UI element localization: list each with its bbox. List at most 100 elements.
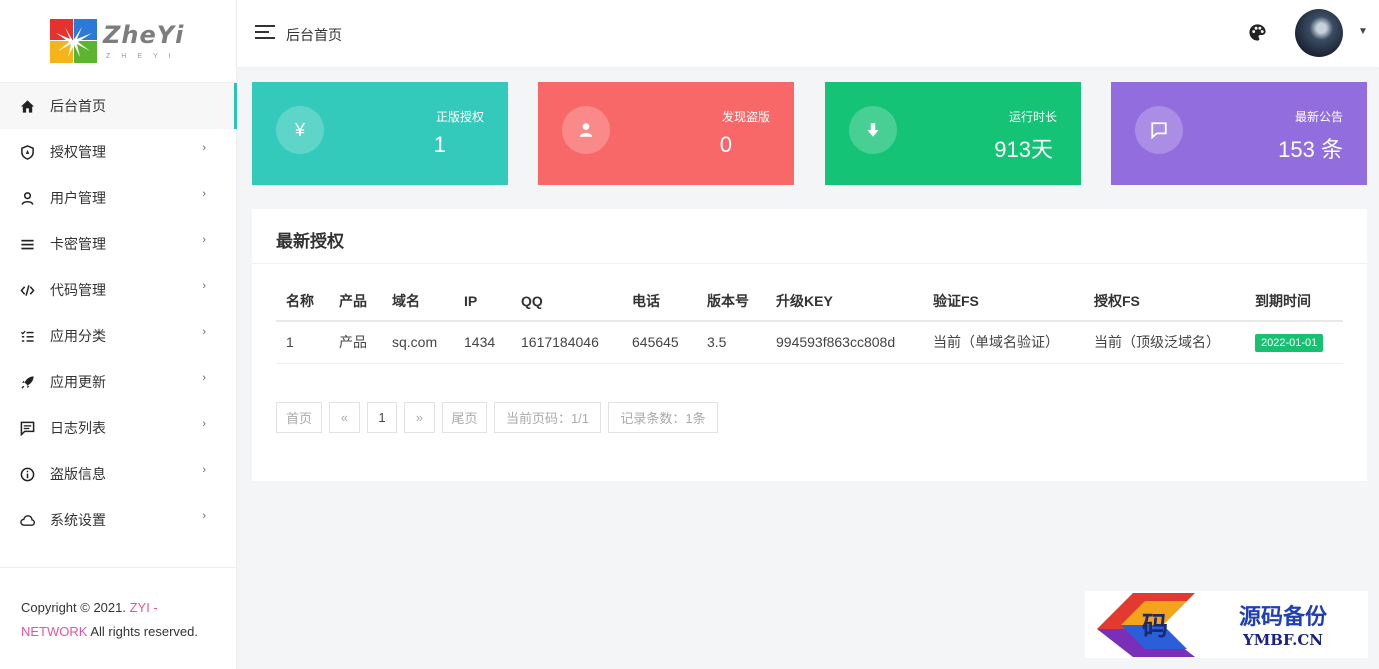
arrow-down-icon (849, 106, 897, 154)
sidebar-item-logs[interactable]: 日志列表 › (0, 405, 236, 451)
sidebar-item-updates[interactable]: 应用更新 › (0, 359, 236, 405)
chevron-right-icon: › (202, 142, 206, 154)
sidebar-item-label: 卡密管理 (50, 236, 106, 252)
rights-text: All rights reserved. (87, 624, 198, 639)
network-link[interactable]: NETWORK (21, 624, 87, 639)
stat-card-uptime: 运行时长 913天 (825, 82, 1081, 185)
stat-label: 运行时长 (1008, 110, 1057, 124)
table-cell: 当前（单域名验证） (923, 321, 1084, 364)
column-header: 电话 (622, 281, 697, 322)
expiry-badge: 2022-01-01 (1255, 333, 1324, 352)
code-icon (19, 282, 35, 298)
cloud-icon (19, 512, 35, 528)
stat-label: 正版授权 (435, 110, 484, 124)
chevron-right-icon: › (202, 280, 206, 292)
column-header: 域名 (382, 281, 454, 322)
column-header: 名称 (276, 281, 329, 322)
stat-value: 1 (433, 132, 446, 157)
logo-area[interactable]: ZheYi ZHEYI (0, 0, 236, 83)
last-page-button[interactable]: 尾页 (442, 402, 487, 433)
sidebar-item-categories[interactable]: 应用分类 › (0, 313, 236, 359)
list-check-icon (19, 328, 35, 344)
chevron-right-icon: › (202, 418, 206, 430)
copyright-text: Copyright © 2021. (21, 600, 130, 615)
prev-page-button[interactable]: « (329, 402, 360, 433)
column-header: IP (454, 281, 511, 322)
next-page-button[interactable]: » (404, 402, 435, 433)
watermark-logo-icon: 码 源码备份 YMBF.CN (1097, 593, 1328, 657)
table-cell: 1434 (454, 321, 511, 364)
column-header: 产品 (329, 281, 382, 322)
watermark-overlay: 码 源码备份 YMBF.CN (1085, 591, 1368, 658)
stat-card-notices: 最新公告 153 条 (1111, 82, 1367, 185)
zyi-link[interactable]: ZYI - (130, 600, 158, 615)
table-cell: sq.com (382, 321, 454, 364)
column-header: 升级KEY (766, 281, 923, 322)
watermark-glyph: 码 (1142, 612, 1168, 642)
caret-down-icon[interactable]: ▼ (1358, 26, 1368, 37)
logo-text: ZheYi (103, 21, 185, 49)
user-icon (19, 190, 35, 206)
sidebar-item-home[interactable]: 后台首页 (0, 83, 237, 129)
page-number-button[interactable]: 1 (367, 402, 397, 433)
comment-icon (19, 420, 35, 436)
chevron-right-icon: › (202, 234, 206, 246)
sidebar-item-label: 应用更新 (50, 374, 106, 390)
table-cell: 当前（顶级泛域名） (1084, 321, 1245, 364)
column-header: QQ (511, 281, 622, 322)
palette-icon[interactable] (1248, 23, 1267, 42)
chevron-right-icon: › (202, 372, 206, 384)
sidebar-item-label: 代码管理 (50, 282, 106, 298)
shield-icon (19, 144, 35, 160)
sidebar-item-settings[interactable]: 系统设置 › (0, 497, 236, 543)
stat-card-piracy: 发现盗版 0 (538, 82, 794, 185)
sidebar-item-label: 授权管理 (50, 144, 106, 160)
sidebar-nav: 后台首页 授权管理 › 用户管理 › 卡密管理 › 代码管理 › 应用分类 › … (0, 83, 237, 543)
logo-subtext: ZHEYI (106, 53, 182, 60)
sidebar-item-label: 系统设置 (50, 512, 106, 528)
watermark-domain: YMBF.CN (1242, 631, 1323, 649)
table-cell: 994593f863cc808d (766, 321, 923, 364)
page-title: 后台首页 (286, 27, 342, 43)
page-info: 当前页码：1/1 (494, 402, 601, 433)
sidebar-item-piracy[interactable]: 盗版信息 › (0, 451, 236, 497)
info-icon (19, 466, 35, 482)
sidebar-item-code[interactable]: 代码管理 › (0, 267, 236, 313)
column-header: 授权FS (1084, 281, 1245, 322)
table-cell: 1617184046 (511, 321, 622, 364)
stat-value: 0 (719, 132, 732, 157)
chevron-right-icon: › (202, 464, 206, 476)
stat-card-licensed: ¥ 正版授权 1 (252, 82, 508, 185)
column-header: 到期时间 (1245, 281, 1343, 322)
column-header: 版本号 (697, 281, 766, 322)
sidebar: ZheYi ZHEYI 后台首页 授权管理 › 用户管理 › 卡密管理 › 代码… (0, 0, 237, 669)
sidebar-item-label: 用户管理 (50, 190, 106, 206)
chevron-right-icon: › (202, 188, 206, 200)
yen-icon: ¥ (276, 106, 324, 154)
sidebar-item-cards[interactable]: 卡密管理 › (0, 221, 236, 267)
home-icon (19, 98, 35, 114)
menu-toggle-icon[interactable] (255, 25, 275, 41)
sidebar-item-users[interactable]: 用户管理 › (0, 175, 236, 221)
first-page-button[interactable]: 首页 (276, 402, 322, 433)
pagination: 首页 « 1 » 尾页 当前页码：1/1 记录条数：1条 (276, 402, 725, 433)
table-cell: 3.5 (697, 321, 766, 364)
table-header-row: 名称 产品 域名 IP QQ 电话 版本号 升级KEY 验证FS 授权FS 到期… (276, 281, 1343, 322)
chevron-right-icon: › (202, 510, 206, 522)
watermark-title: 源码备份 (1239, 604, 1328, 630)
zheyi-logo-icon (50, 19, 97, 63)
stat-label: 发现盗版 (721, 110, 770, 124)
stat-value: 153 条 (1278, 137, 1343, 162)
table-cell: 产品 (329, 321, 382, 364)
sidebar-footer: Copyright © 2021. ZYI - NETWORK All righ… (0, 567, 236, 669)
stat-label: 最新公告 (1294, 110, 1343, 124)
sidebar-item-label: 盗版信息 (50, 466, 106, 482)
license-table: 名称 产品 域名 IP QQ 电话 版本号 升级KEY 验证FS 授权FS 到期… (276, 281, 1343, 364)
table-cell: 2022-01-01 (1245, 321, 1343, 364)
table-cell: 1 (276, 321, 329, 364)
stat-value: 913天 (994, 137, 1053, 162)
user-avatar[interactable] (1295, 9, 1343, 57)
table-cell: 645645 (622, 321, 697, 364)
sidebar-item-license[interactable]: 授权管理 › (0, 129, 236, 175)
chevron-right-icon: › (202, 326, 206, 338)
